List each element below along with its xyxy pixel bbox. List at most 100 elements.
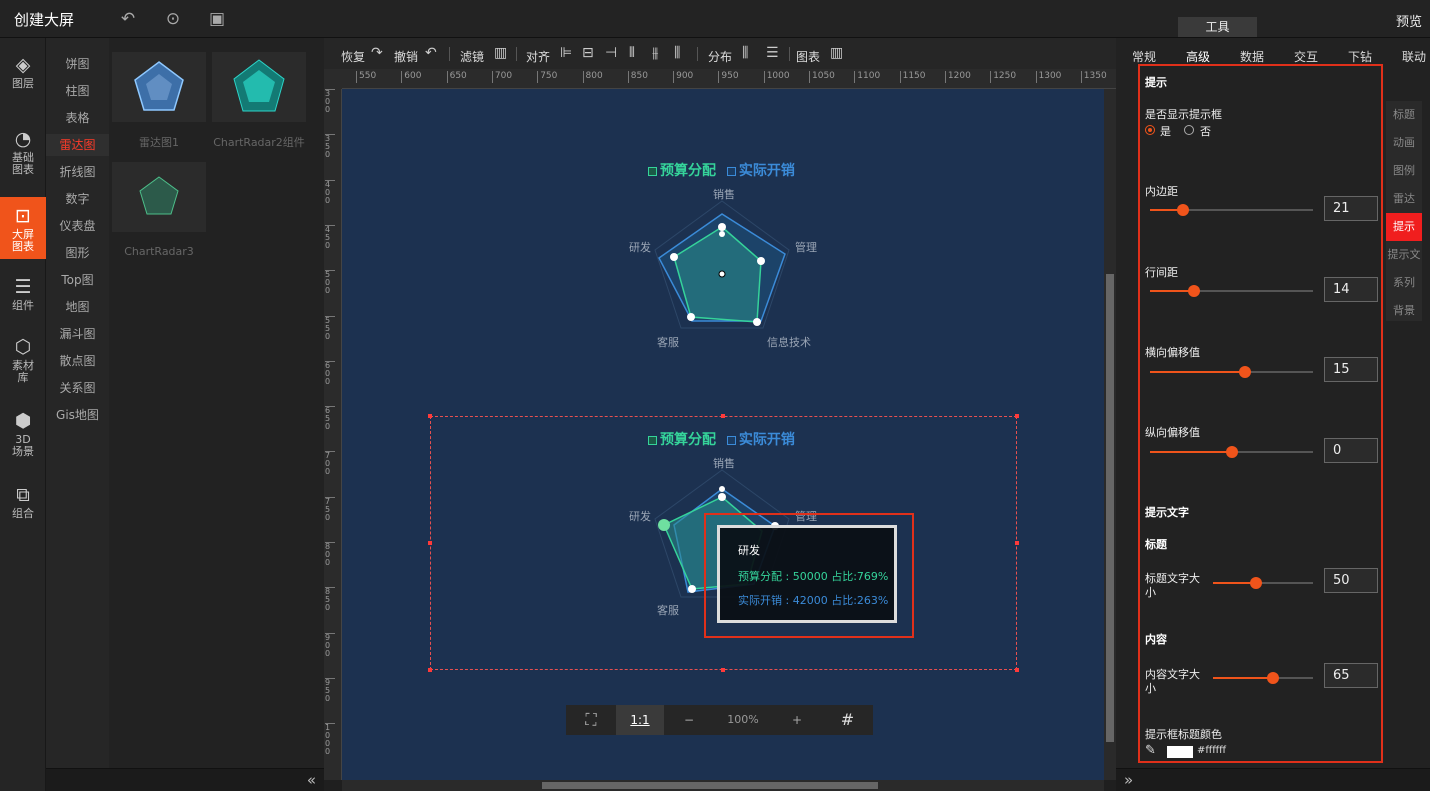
category-pie[interactable]: 饼图 <box>46 53 109 75</box>
resize-handle[interactable] <box>428 414 432 418</box>
line-spacing-slider[interactable] <box>1150 285 1313 297</box>
undo-icon[interactable]: ↶ <box>425 45 437 61</box>
back-icon[interactable]: ↶ <box>117 8 139 30</box>
scroll-thumb[interactable] <box>1106 274 1114 742</box>
undo-button[interactable]: 撤销 <box>394 48 418 65</box>
distribute-h-icon[interactable]: ⫼ <box>742 45 748 61</box>
category-top[interactable]: Top图 <box>46 269 109 291</box>
tab-drilldown[interactable]: 下钻 <box>1348 48 1372 65</box>
nav-group[interactable]: ⧉ 组合 <box>0 484 46 528</box>
resize-handle[interactable] <box>721 414 725 418</box>
slider-knob[interactable] <box>1176 204 1189 216</box>
category-number[interactable]: 数字 <box>46 188 109 210</box>
side-tab-title[interactable]: 标题 <box>1386 101 1422 129</box>
category-radar[interactable]: 雷达图 <box>46 134 109 156</box>
design-canvas[interactable]: 预算分配 实际开销 销售 管理 信息技术 客服 研发 预算分配 实际开销 销售 … <box>342 89 1104 780</box>
tab-data[interactable]: 数据 <box>1240 48 1264 65</box>
category-line[interactable]: 折线图 <box>46 161 109 183</box>
nav-big-screen-charts[interactable]: ⊡ 大屏图表 <box>0 197 46 259</box>
v-offset-slider[interactable] <box>1150 446 1313 458</box>
filter-button[interactable]: 滤镜 <box>460 48 484 65</box>
radio-yes[interactable] <box>1145 125 1155 135</box>
h-offset-slider[interactable] <box>1150 366 1313 378</box>
category-shape[interactable]: 图形 <box>46 242 109 264</box>
fit-screen-icon[interactable]: ⛶ <box>566 705 616 735</box>
side-tab-series[interactable]: 系列 <box>1386 269 1422 297</box>
category-scatter[interactable]: 散点图 <box>46 350 109 372</box>
eyedropper-icon[interactable]: ✎ <box>1145 743 1156 758</box>
horizontal-scrollbar[interactable] <box>342 780 1104 791</box>
slider-knob[interactable] <box>1188 285 1200 297</box>
slider-knob[interactable] <box>1238 366 1251 378</box>
zoom-1to1-button[interactable]: 1:1 <box>616 705 664 735</box>
align-top-icon[interactable]: ⫴ <box>629 45 635 61</box>
tools-tab[interactable]: 工具 <box>1178 17 1257 37</box>
h-offset-input[interactable]: 15 <box>1324 357 1378 382</box>
scroll-thumb[interactable] <box>542 782 878 789</box>
nav-basic-charts[interactable]: ◔ 基础图表 <box>0 128 46 186</box>
side-tab-background[interactable]: 背景 <box>1386 297 1422 325</box>
play-icon[interactable]: ⊙ <box>162 8 184 30</box>
tab-general[interactable]: 常规 <box>1132 48 1156 65</box>
category-map[interactable]: 地图 <box>46 296 109 318</box>
side-tab-animation[interactable]: 动画 <box>1386 129 1422 157</box>
resize-handle[interactable] <box>428 541 432 545</box>
collapse-left-icon[interactable]: « <box>307 771 316 789</box>
side-tab-legend[interactable]: 图例 <box>1386 157 1422 185</box>
padding-input[interactable]: 21 <box>1324 196 1378 221</box>
line-spacing-input[interactable]: 14 <box>1324 277 1378 302</box>
thumbnail-radar-1[interactable] <box>112 52 206 122</box>
align-left-icon[interactable]: ⊫ <box>560 45 572 61</box>
color-swatch[interactable] <box>1167 746 1193 758</box>
align-center-icon[interactable]: ⊟ <box>582 45 594 61</box>
distribute-v-icon[interactable]: ☰ <box>766 45 779 61</box>
category-funnel[interactable]: 漏斗图 <box>46 323 109 345</box>
side-tab-radar[interactable]: 雷达 <box>1386 185 1422 213</box>
resize-handle[interactable] <box>1015 414 1019 418</box>
padding-slider[interactable] <box>1150 204 1313 216</box>
align-right-icon[interactable]: ⊣ <box>605 45 617 61</box>
distribute-button[interactable]: 分布 <box>708 48 732 65</box>
content-size-input[interactable]: 65 <box>1324 663 1378 688</box>
tab-advanced[interactable]: 高级 <box>1186 48 1210 65</box>
zoom-in-button[interactable]: + <box>772 705 822 735</box>
category-gauge[interactable]: 仪表盘 <box>46 215 109 237</box>
align-bottom-icon[interactable]: ⫼ <box>674 45 680 61</box>
chart-button[interactable]: 图表 <box>796 48 820 65</box>
save-icon[interactable]: ▣ <box>206 8 228 30</box>
redo-button[interactable]: 恢复 <box>341 48 365 65</box>
preview-button[interactable]: 预览 <box>1396 11 1422 30</box>
content-size-slider[interactable] <box>1213 672 1313 684</box>
category-table[interactable]: 表格 <box>46 107 109 129</box>
nav-components[interactable]: ☰ 组件 <box>0 276 46 320</box>
category-bar[interactable]: 柱图 <box>46 80 109 102</box>
thumbnail-radar-3[interactable] <box>112 162 206 232</box>
resize-handle[interactable] <box>1015 541 1019 545</box>
thumbnail-radar-2[interactable] <box>212 52 306 122</box>
filter-chart-icon[interactable]: ▥ <box>494 45 507 61</box>
category-gis-map[interactable]: Gis地图 <box>46 404 109 426</box>
resize-handle[interactable] <box>428 668 432 672</box>
slider-knob[interactable] <box>1267 672 1279 684</box>
title-size-input[interactable]: 50 <box>1324 568 1378 593</box>
vertical-scrollbar[interactable] <box>1104 89 1116 780</box>
slider-knob[interactable] <box>1225 446 1238 458</box>
nav-3d-scene[interactable]: ⬢ 3D场景 <box>0 410 46 468</box>
align-middle-icon[interactable]: ⫵ <box>652 45 658 61</box>
resize-handle[interactable] <box>721 668 725 672</box>
tab-interaction[interactable]: 交互 <box>1294 48 1318 65</box>
side-tab-tooltip-text[interactable]: 提示文 <box>1386 241 1422 269</box>
align-button[interactable]: 对齐 <box>526 48 550 65</box>
chart-icon[interactable]: ▥ <box>830 45 843 61</box>
nav-layers[interactable]: ◈ 图层 <box>0 54 46 102</box>
collapse-right-icon[interactable]: » <box>1124 771 1133 789</box>
radio-no[interactable] <box>1184 125 1194 135</box>
side-tab-tooltip[interactable]: 提示 <box>1386 213 1422 241</box>
grid-icon[interactable]: # <box>822 705 873 735</box>
redo-icon[interactable]: ↷ <box>371 45 383 61</box>
slider-knob[interactable] <box>1250 577 1262 589</box>
category-relation[interactable]: 关系图 <box>46 377 109 399</box>
zoom-out-button[interactable]: − <box>664 705 714 735</box>
tab-linkage[interactable]: 联动 <box>1402 48 1426 65</box>
v-offset-input[interactable]: 0 <box>1324 438 1378 463</box>
